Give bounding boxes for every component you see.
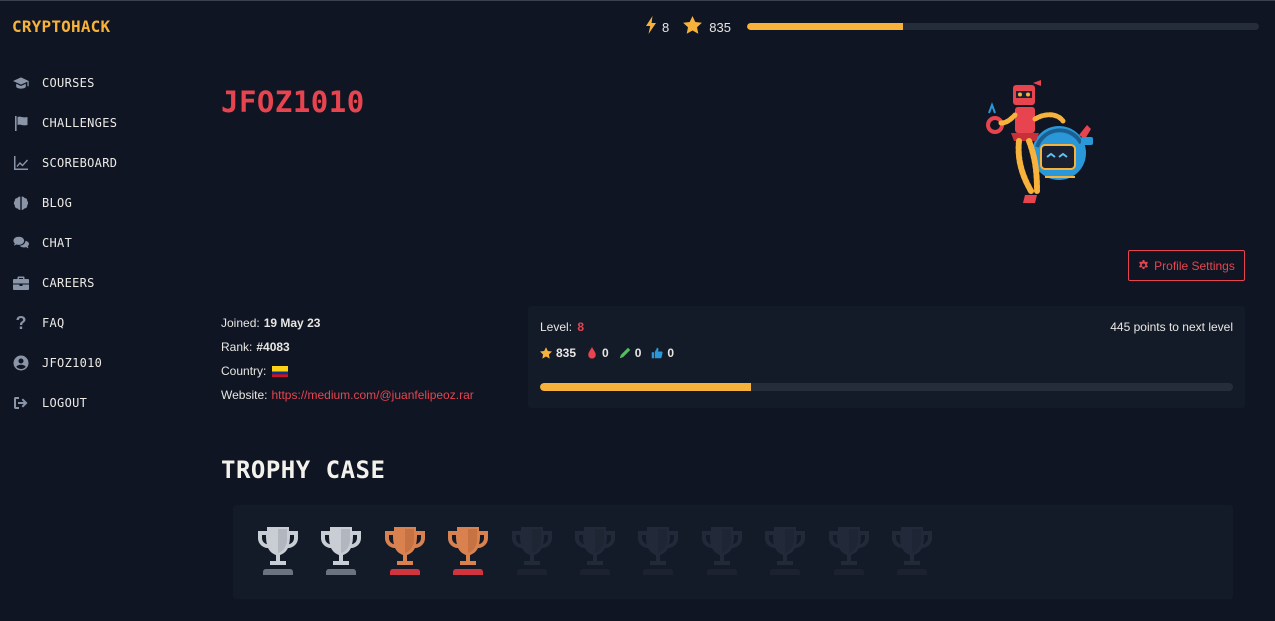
sidebar-item-label: JFOZ1010 <box>42 356 103 370</box>
sidebar-item-label: BLOG <box>42 196 73 210</box>
level-card: Level: 8 445 points to next level 835 0 … <box>528 306 1245 408</box>
trophy-icon-locked <box>701 527 742 575</box>
page-title: JFOZ1010 <box>221 85 365 119</box>
first-blood-value: 0 <box>602 346 609 360</box>
trophy-icon-silver[interactable] <box>255 525 301 575</box>
sidebar-item-label: FAQ <box>42 316 65 330</box>
level-progress-fill <box>540 383 752 391</box>
rank-value: #4083 <box>256 340 290 354</box>
colombia-flag-icon <box>272 365 289 377</box>
sidebar-item-scoreboard[interactable]: SCOREBOARD <box>12 143 117 183</box>
blood-drop-icon <box>588 347 596 359</box>
brain-icon <box>12 195 30 211</box>
points-badge: 835 <box>540 346 576 360</box>
comments-icon <box>12 235 30 251</box>
star-icon <box>683 15 703 39</box>
sidebar-item-label: SCOREBOARD <box>42 156 118 170</box>
user-circle-icon <box>12 355 30 371</box>
trophy-case-title: TROPHY CASE <box>221 456 386 484</box>
top-stats: 8 835 <box>645 15 731 39</box>
top-progress-fill <box>747 23 904 30</box>
sidebar-item-label: CHALLENGES <box>42 116 118 130</box>
profile-settings-label: Profile Settings <box>1154 258 1235 273</box>
trophy-icon-locked <box>828 527 869 575</box>
sidebar-item-label: CAREERS <box>42 276 95 290</box>
website-link[interactable]: https://medium.com/@juanfelipeoz.rar <box>271 388 473 402</box>
sidebar-item-careers[interactable]: CAREERS <box>12 263 117 303</box>
question-icon <box>12 315 30 331</box>
likes-value: 0 <box>667 346 675 360</box>
trophy-case <box>233 505 1233 599</box>
solutions-value: 0 <box>634 346 642 360</box>
logo[interactable]: CRYPTOHACK <box>12 17 110 36</box>
trophy-icon-locked <box>574 527 615 575</box>
level-progress-bar <box>540 383 1233 391</box>
profile-settings-button[interactable]: Profile Settings <box>1128 250 1245 281</box>
gear-icon <box>1139 260 1149 270</box>
trophy-icon-locked <box>891 527 932 575</box>
lightning-icon <box>645 15 657 39</box>
sign-out-icon <box>12 395 30 411</box>
level-row: Level: 8 <box>540 320 584 334</box>
joined-row: Joined: 19 May 23 <box>221 311 474 335</box>
sidebar-item-profile[interactable]: JFOZ1010 <box>12 343 117 383</box>
profile-info: Joined: 19 May 23 Rank: #4083 Country: W… <box>221 311 474 407</box>
rank-label: Rank: <box>221 340 253 354</box>
solutions-badge: 0 <box>619 346 642 360</box>
likes-badge: 0 <box>651 346 674 360</box>
sidebar-item-chat[interactable]: CHAT <box>12 223 117 263</box>
trophy-list <box>255 525 952 575</box>
thumbs-up-icon <box>652 347 663 359</box>
sidebar-item-challenges[interactable]: CHALLENGES <box>12 103 117 143</box>
trophy-icon-bronze[interactable] <box>382 525 428 575</box>
flag-icon <box>12 115 30 131</box>
joined-label: Joined: <box>221 316 260 330</box>
sidebar-item-label: LOGOUT <box>42 396 88 410</box>
rank-row: Rank: #4083 <box>221 335 474 359</box>
star-icon <box>540 347 552 359</box>
score-badges: 835 0 0 0 <box>540 346 684 360</box>
top-points-value: 835 <box>709 19 731 35</box>
sidebar-nav: COURSES CHALLENGES SCOREBOARD BLOG CHAT … <box>12 63 117 423</box>
briefcase-icon <box>12 275 30 291</box>
sidebar-item-label: CHAT <box>42 236 73 250</box>
points-value: 835 <box>556 346 577 360</box>
level-label: Level: <box>540 320 573 334</box>
top-level-value: 8 <box>662 19 670 35</box>
sidebar-item-blog[interactable]: BLOG <box>12 183 117 223</box>
graduation-cap-icon <box>12 75 30 91</box>
top-progress-bar <box>747 23 1259 30</box>
sidebar-item-label: COURSES <box>42 76 95 90</box>
trophy-icon-locked <box>511 527 552 575</box>
trophy-icon-locked <box>765 527 806 575</box>
sidebar-item-logout[interactable]: LOGOUT <box>12 383 117 423</box>
country-row: Country: <box>221 359 474 383</box>
trophy-icon-silver[interactable] <box>318 525 364 575</box>
trophy-icon-locked <box>638 527 679 575</box>
joined-value: 19 May 23 <box>263 316 321 330</box>
website-label: Website: <box>221 388 268 402</box>
country-label: Country: <box>221 364 267 378</box>
avatar <box>986 80 1093 203</box>
chart-line-icon <box>12 155 30 171</box>
first-blood-badge: 0 <box>586 346 609 360</box>
level-value: 8 <box>577 320 585 334</box>
sidebar-item-faq[interactable]: FAQ <box>12 303 117 343</box>
next-level-text: 445 points to next level <box>1110 320 1233 334</box>
website-row: Website: https://medium.com/@juanfelipeo… <box>221 383 474 407</box>
sidebar-item-courses[interactable]: COURSES <box>12 63 117 103</box>
trophy-icon-bronze[interactable] <box>445 525 491 575</box>
pencil-icon <box>619 347 630 359</box>
